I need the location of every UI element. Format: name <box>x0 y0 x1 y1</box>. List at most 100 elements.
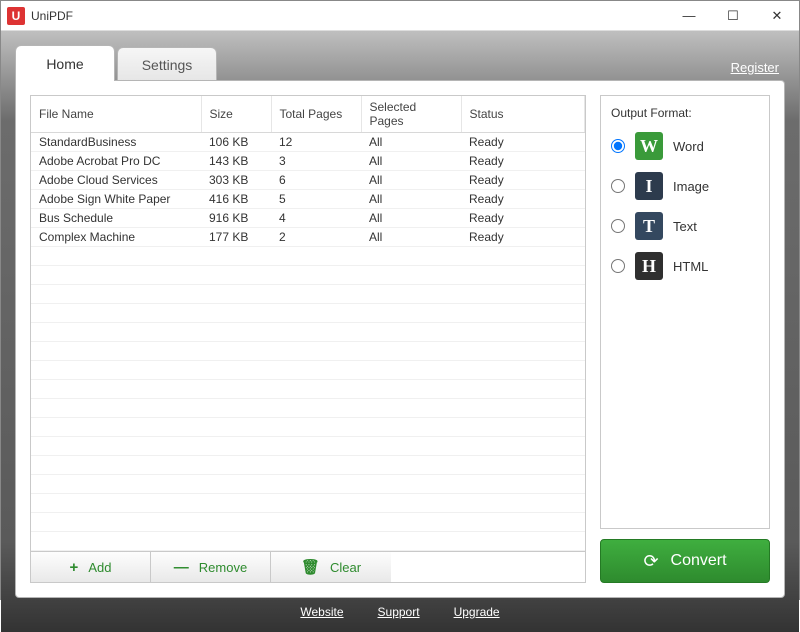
cell-file: Complex Machine <box>31 228 201 247</box>
table-row-empty <box>31 494 585 513</box>
word-icon: W <box>635 132 663 160</box>
format-option-html[interactable]: H HTML <box>611 252 759 280</box>
cell-size: 416 KB <box>201 190 271 209</box>
cell-pages: 12 <box>271 133 361 152</box>
app-icon: U <box>7 7 25 25</box>
trash-icon: 🗑 <box>301 558 320 576</box>
website-link[interactable]: Website <box>300 605 343 619</box>
output-panel: Output Format: W Word I Image T T <box>600 95 770 583</box>
cell-status: Ready <box>461 133 585 152</box>
cell-size: 303 KB <box>201 171 271 190</box>
cell-pages: 3 <box>271 152 361 171</box>
upgrade-link[interactable]: Upgrade <box>454 605 500 619</box>
format-radio-text[interactable] <box>611 219 625 233</box>
app-window: U UniPDF — ☐ ✕ Home Settings Register Fi… <box>0 0 800 600</box>
tab-home[interactable]: Home <box>15 45 115 81</box>
table-row[interactable]: Adobe Cloud Services303 KB6AllReady <box>31 171 585 190</box>
table-row-empty <box>31 304 585 323</box>
cell-pages: 6 <box>271 171 361 190</box>
text-icon: T <box>635 212 663 240</box>
image-icon: I <box>635 172 663 200</box>
table-row-empty <box>31 418 585 437</box>
maximize-button[interactable]: ☐ <box>711 1 755 31</box>
format-option-word[interactable]: W Word <box>611 132 759 160</box>
file-table: File Name Size Total Pages Selected Page… <box>31 96 585 551</box>
col-total-pages[interactable]: Total Pages <box>271 96 361 133</box>
html-label: HTML <box>673 259 708 274</box>
register-link[interactable]: Register <box>731 60 785 81</box>
cell-file: StandardBusiness <box>31 133 201 152</box>
col-status[interactable]: Status <box>461 96 585 133</box>
minus-icon: — <box>174 559 189 576</box>
html-icon: H <box>635 252 663 280</box>
output-format-title: Output Format: <box>611 106 759 120</box>
cell-size: 106 KB <box>201 133 271 152</box>
col-size[interactable]: Size <box>201 96 271 133</box>
table-row-empty <box>31 399 585 418</box>
table-row-empty <box>31 247 585 266</box>
convert-icon: ⟳ <box>643 551 658 572</box>
convert-button[interactable]: ⟳ Convert <box>600 539 770 583</box>
title-bar: U UniPDF — ☐ ✕ <box>1 1 799 31</box>
cell-size: 177 KB <box>201 228 271 247</box>
table-row-empty <box>31 380 585 399</box>
support-link[interactable]: Support <box>378 605 420 619</box>
format-radio-image[interactable] <box>611 179 625 193</box>
text-label: Text <box>673 219 697 234</box>
table-row-empty <box>31 285 585 304</box>
footer-links: Website Support Upgrade <box>15 598 785 626</box>
add-label: Add <box>88 560 111 575</box>
add-button[interactable]: + Add <box>31 552 151 582</box>
clear-button[interactable]: 🗑 Clear <box>271 552 391 582</box>
table-row-empty <box>31 475 585 494</box>
plus-icon: + <box>70 559 79 576</box>
cell-selected: All <box>361 228 461 247</box>
table-row-empty <box>31 437 585 456</box>
cell-size: 916 KB <box>201 209 271 228</box>
table-row-empty <box>31 323 585 342</box>
cell-pages: 4 <box>271 209 361 228</box>
cell-pages: 2 <box>271 228 361 247</box>
app-title: UniPDF <box>31 9 73 23</box>
remove-label: Remove <box>199 560 247 575</box>
format-option-text[interactable]: T Text <box>611 212 759 240</box>
cell-file: Adobe Cloud Services <box>31 171 201 190</box>
table-row-empty <box>31 342 585 361</box>
cell-file: Adobe Sign White Paper <box>31 190 201 209</box>
cell-status: Ready <box>461 228 585 247</box>
minimize-button[interactable]: — <box>667 1 711 31</box>
table-row[interactable]: Adobe Sign White Paper416 KB5AllReady <box>31 190 585 209</box>
table-row[interactable]: Bus Schedule916 KB4AllReady <box>31 209 585 228</box>
word-label: Word <box>673 139 704 154</box>
file-list-panel: File Name Size Total Pages Selected Page… <box>30 95 586 583</box>
cell-selected: All <box>361 190 461 209</box>
convert-label: Convert <box>671 552 727 570</box>
cell-selected: All <box>361 209 461 228</box>
tab-settings[interactable]: Settings <box>117 47 217 81</box>
cell-selected: All <box>361 133 461 152</box>
table-row[interactable]: Adobe Acrobat Pro DC143 KB3AllReady <box>31 152 585 171</box>
cell-file: Adobe Acrobat Pro DC <box>31 152 201 171</box>
image-label: Image <box>673 179 709 194</box>
clear-label: Clear <box>330 560 361 575</box>
table-row[interactable]: Complex Machine177 KB2AllReady <box>31 228 585 247</box>
col-file-name[interactable]: File Name <box>31 96 201 133</box>
close-button[interactable]: ✕ <box>755 1 799 31</box>
table-row-empty <box>31 266 585 285</box>
cell-file: Bus Schedule <box>31 209 201 228</box>
cell-pages: 5 <box>271 190 361 209</box>
format-radio-html[interactable] <box>611 259 625 273</box>
format-radio-word[interactable] <box>611 139 625 153</box>
cell-selected: All <box>361 152 461 171</box>
cell-status: Ready <box>461 152 585 171</box>
main-chrome: Home Settings Register File Name Size To… <box>1 31 799 632</box>
table-row[interactable]: StandardBusiness106 KB12AllReady <box>31 133 585 152</box>
remove-button[interactable]: — Remove <box>151 552 271 582</box>
col-selected-pages[interactable]: Selected Pages <box>361 96 461 133</box>
format-option-image[interactable]: I Image <box>611 172 759 200</box>
table-row-empty <box>31 513 585 532</box>
cell-status: Ready <box>461 171 585 190</box>
table-row-empty <box>31 532 585 551</box>
cell-selected: All <box>361 171 461 190</box>
cell-status: Ready <box>461 209 585 228</box>
